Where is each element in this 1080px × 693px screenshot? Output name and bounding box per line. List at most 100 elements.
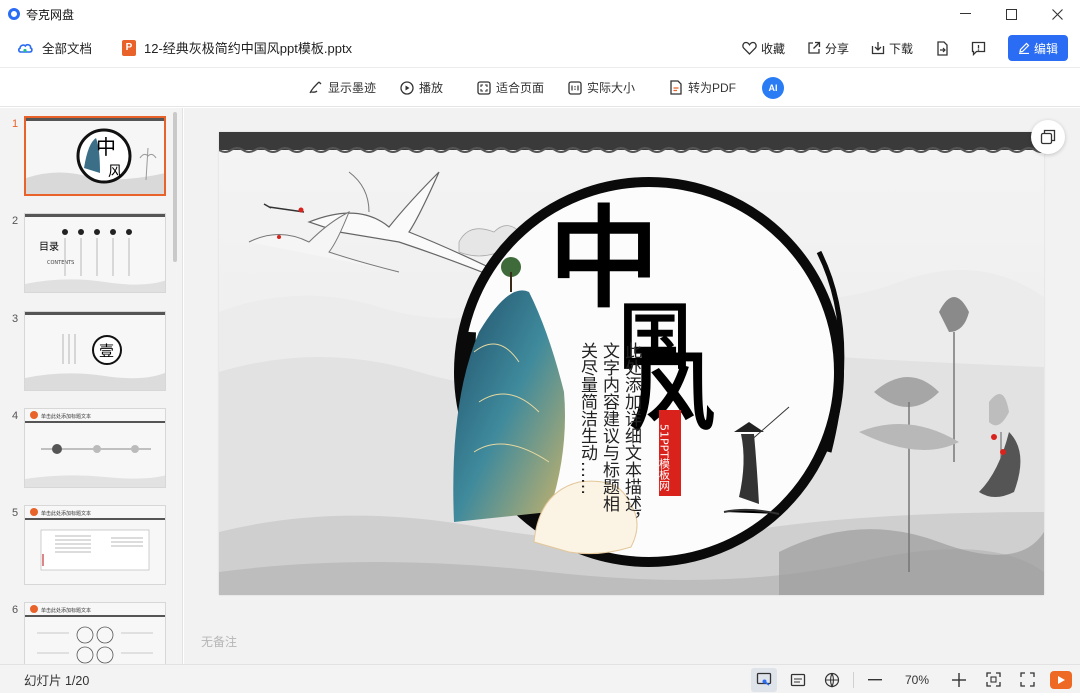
current-slide[interactable]: 中 国 风 51PPT模板网 此处添加详细文本描述， 文字内容建议与标题相 关尽… (219, 132, 1044, 595)
normal-view-icon (756, 672, 772, 686)
thumbnail-row-4[interactable]: 4 单击此处添加标题文本 (0, 408, 182, 490)
show-ink-button[interactable]: 显示墨迹 (308, 79, 376, 96)
thumbnail-row-5[interactable]: 5 单击此处添加标题文本 (0, 505, 182, 587)
ai-label: AI (768, 82, 778, 93)
quark-logo-icon (8, 8, 20, 20)
pdf-convert-icon (670, 80, 682, 95)
app-title: 夸克网盘 (26, 7, 75, 22)
normal-view-button[interactable] (751, 667, 777, 692)
download-icon (871, 42, 885, 55)
fullscreen-button[interactable] (1014, 668, 1040, 692)
actual-size-label: 实际大小 (587, 81, 636, 95)
thumbnail-row-2[interactable]: 2 目录 CONTENTS (0, 213, 182, 295)
share-label: 分享 (824, 41, 849, 56)
slide-action-button[interactable] (1031, 120, 1065, 154)
slide-viewer: 中 国 风 51PPT模板网 此处添加详细文本描述， 文字内容建议与标题相 关尽… (184, 108, 1080, 664)
play-button[interactable]: 播放 (400, 79, 443, 96)
feedback-button[interactable] (971, 41, 986, 56)
thumbnail-row-3[interactable]: 3 壹 (0, 311, 182, 393)
fit-window-button[interactable] (980, 668, 1006, 692)
notes-placeholder[interactable]: 无备注 (201, 633, 237, 650)
ink-pen-icon (309, 81, 322, 94)
to-pdf-label: 转为PDF (688, 81, 737, 95)
slide-thumbnail-3[interactable]: 壹 (24, 311, 166, 391)
zoom-level: 70% (904, 672, 930, 687)
thumbnail-row-1[interactable]: 1 中 风 (0, 116, 182, 198)
close-button[interactable] (1034, 0, 1080, 28)
slide-thumbnail-6[interactable]: 单击此处添加标题文本 (24, 602, 166, 664)
file-name: 12-经典灰极简约中国风ppt模板.pptx (144, 41, 353, 56)
pptx-file-icon: P (122, 39, 137, 56)
slide-thumbnail-4[interactable]: 单击此处添加标题文本 (24, 408, 166, 488)
seal-text: 51PPT模板网 (658, 424, 671, 492)
fullscreen-icon (1019, 672, 1035, 687)
thumbnail-5-preview: 单击此处添加标题文本 (25, 506, 165, 584)
thumb2-subtitle: CONTENTS (47, 260, 74, 266)
zoom-out-button[interactable] (862, 668, 888, 692)
title-bar: 夸克网盘 (0, 0, 1080, 28)
thumb-char-zhong: 中 (96, 135, 116, 159)
slide-thumbnail-2[interactable]: 目录 CONTENTS (24, 213, 166, 293)
minus-icon (868, 678, 882, 680)
minimize-button[interactable] (942, 0, 988, 28)
status-separator (853, 671, 854, 688)
actual-size-button[interactable]: 实际大小 (568, 79, 635, 96)
thumb3-glyph: 壹 (99, 342, 114, 360)
play-label: 播放 (418, 81, 443, 95)
thumb4-header: 单击此处添加标题文本 (41, 413, 91, 420)
thumb6-header: 单击此处添加标题文本 (41, 607, 91, 614)
thumbnail-number: 1 (12, 118, 19, 130)
body-text-col1: 此处添加详细文本描述， (621, 342, 642, 529)
plus-icon (952, 672, 966, 687)
slide-thumbnail-1[interactable]: 中 风 (24, 116, 166, 196)
fit-page-label: 适合页面 (495, 81, 544, 95)
download-label: 下载 (888, 41, 913, 56)
ai-assistant-button[interactable]: AI (762, 76, 785, 99)
slide-count: 幻灯片 1/20 (24, 673, 90, 688)
download-button[interactable]: 下载 (871, 40, 913, 57)
body-text-col3: 关尽量简洁生动…… (577, 342, 598, 495)
slide-thumbnail-panel: 1 中 风 2 目录 CONTENTS 3 壹 4 单击此处添加标题文本 5 单… (0, 108, 183, 664)
cloud-icon (17, 43, 33, 53)
thumbnail-6-preview: 单击此处添加标题文本 (25, 603, 165, 664)
edit-button[interactable]: 编辑 (1008, 35, 1068, 61)
thumbnail-2-preview: 目录 CONTENTS (25, 214, 165, 292)
favorite-button[interactable]: 收藏 (742, 40, 785, 57)
play-circle-icon (400, 80, 414, 95)
notes-view-button[interactable] (785, 668, 811, 692)
window-controls (942, 0, 1080, 28)
web-view-button[interactable] (819, 668, 845, 692)
zoom-in-button[interactable] (946, 668, 972, 692)
thumbnail-number: 4 (12, 410, 19, 422)
slide-artwork: 中 国 风 51PPT模板网 此处添加详细文本描述， 文字内容建议与标题相 关尽… (219, 132, 1044, 595)
thumb5-header: 单击此处添加标题文本 (41, 510, 91, 517)
copy-slide-icon (1040, 129, 1056, 145)
body-text-col2: 文字内容建议与标题相 (599, 342, 620, 512)
share-icon (808, 41, 821, 54)
view-toolbar: 显示墨迹 播放 适合页面 实际大小 转为PDF AI (0, 69, 1080, 107)
thumbnail-row-6[interactable]: 6 单击此处添加标题文本 (0, 602, 182, 664)
fit-page-button[interactable]: 适合页面 (477, 79, 544, 96)
all-docs-link[interactable]: 全部文档 (42, 38, 92, 57)
document-header: 全部文档 P 12-经典灰极简约中国风ppt模板.pptx 收藏 分享 下载 编… (0, 28, 1080, 68)
maximize-button[interactable] (988, 0, 1034, 28)
fit-page-icon (477, 80, 491, 95)
edit-label: 编辑 (1033, 41, 1058, 56)
favorite-label: 收藏 (760, 41, 785, 56)
export-button[interactable] (935, 40, 949, 56)
to-pdf-button[interactable]: 转为PDF (669, 79, 736, 96)
thumbnail-number: 6 (12, 604, 19, 616)
fit-window-icon (985, 672, 1001, 687)
thumbnail-3-preview: 壹 (25, 312, 165, 390)
play-icon (1058, 675, 1065, 684)
slideshow-play-button[interactable] (1050, 670, 1072, 689)
slide-thumbnail-5[interactable]: 单击此处添加标题文本 (24, 505, 166, 585)
heart-icon (742, 41, 757, 55)
status-bar: 幻灯片 1/20 70% (0, 664, 1080, 693)
export-icon (937, 40, 948, 56)
thumbnail-1-preview: 中 风 (26, 118, 164, 194)
share-button[interactable]: 分享 (807, 40, 849, 57)
thumbnail-number: 3 (12, 313, 19, 325)
notes-view-icon (790, 673, 806, 686)
thumbnail-4-preview: 单击此处添加标题文本 (25, 409, 165, 487)
